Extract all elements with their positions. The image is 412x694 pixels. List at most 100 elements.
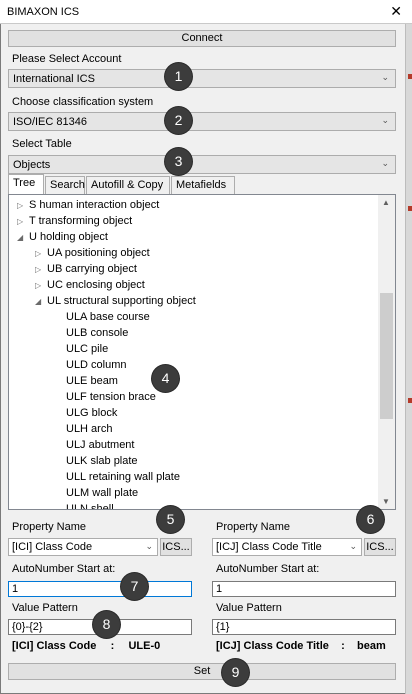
- tree-item[interactable]: ▷ UB carrying object: [35, 263, 137, 279]
- left-ics-button[interactable]: ICS...: [160, 538, 192, 556]
- table-value: Objects: [13, 159, 51, 171]
- tree-item[interactable]: ▷ UA positioning object: [35, 247, 150, 263]
- tab-search[interactable]: Search: [45, 176, 85, 194]
- tree-item-label: UB carrying object: [47, 263, 137, 275]
- classification-value: ISO/IEC 81346: [13, 116, 87, 128]
- tree-item-label: ULB console: [66, 327, 129, 339]
- callout-badge: 8: [93, 611, 120, 638]
- left-property-select[interactable]: [ICI] Class Code ⌄: [8, 538, 158, 556]
- tree-item[interactable]: ULF tension brace: [66, 391, 156, 407]
- tab-metafields[interactable]: Metafields: [171, 176, 235, 194]
- tree-item-label: S human interaction object: [29, 199, 160, 211]
- title-bar: BIMAXON ICS ✕: [0, 0, 412, 24]
- tree-item[interactable]: ULK slab plate: [66, 455, 138, 471]
- right-pattern-input[interactable]: [212, 619, 396, 635]
- connect-button[interactable]: Connect: [8, 30, 396, 47]
- tab-autofill-copy[interactable]: Autofill & Copy: [86, 176, 170, 194]
- right-ics-button[interactable]: ICS...: [364, 538, 396, 556]
- callout-badge: 9: [222, 659, 249, 686]
- tree-item[interactable]: ULB console: [66, 327, 128, 343]
- tab-tree[interactable]: Tree: [8, 174, 44, 194]
- left-pattern-label: Value Pattern: [12, 602, 78, 614]
- right-pattern-label: Value Pattern: [216, 602, 282, 614]
- left-autonumber-label: AutoNumber Start at:: [12, 563, 116, 575]
- callout-badge: 3: [165, 148, 192, 175]
- tree-item-label: ULG block: [66, 407, 118, 419]
- left-result-value: ULE-0: [128, 640, 161, 652]
- right-property-value: [ICJ] Class Code Title: [216, 541, 322, 553]
- table-select[interactable]: Objects ⌄: [8, 155, 396, 174]
- tree-item[interactable]: ▷ UC enclosing object: [35, 279, 145, 295]
- tree-item[interactable]: ◢ U holding object: [17, 231, 108, 247]
- expand-arrow-icon[interactable]: ▷: [35, 265, 47, 274]
- tree-item[interactable]: ULG block: [66, 407, 117, 423]
- tree-item[interactable]: ULC pile: [66, 343, 108, 359]
- callout-badge: 4: [152, 365, 179, 392]
- right-autonumber-label: AutoNumber Start at:: [216, 563, 320, 575]
- tree-item-label: UL structural supporting object: [47, 295, 196, 307]
- expand-arrow-icon[interactable]: ▷: [17, 201, 29, 210]
- tree-item[interactable]: ▷ S human interaction object: [17, 199, 159, 215]
- tree-item[interactable]: ULL retaining wall plate: [66, 471, 180, 487]
- expand-arrow-icon[interactable]: ▷: [17, 217, 29, 226]
- scrollbar-thumb[interactable]: [380, 293, 393, 419]
- collapse-arrow-icon[interactable]: ◢: [35, 297, 47, 306]
- left-result-name: [ICI] Class Code: [12, 640, 97, 652]
- tree-item-label: ULC pile: [66, 343, 109, 355]
- scroll-up-icon[interactable]: ▲: [382, 198, 390, 207]
- callout-badge: 7: [121, 573, 148, 600]
- tree-item[interactable]: ULE beam: [66, 375, 118, 391]
- close-icon[interactable]: ✕: [390, 3, 402, 20]
- scroll-down-icon[interactable]: ▼: [382, 497, 390, 506]
- tree-item[interactable]: ULA base course: [66, 311, 150, 327]
- chevron-down-icon: ⌄: [381, 115, 389, 125]
- left-result-separator: :: [110, 640, 115, 652]
- tree-item-label: ULL retaining wall plate: [66, 471, 180, 483]
- classification-tree[interactable]: ▷ S human interaction object ▷ T transformi…: [8, 194, 396, 510]
- left-autonumber-input[interactable]: [8, 581, 192, 597]
- account-label: Please Select Account: [12, 53, 122, 65]
- expand-arrow-icon[interactable]: ▷: [35, 249, 47, 258]
- right-property-select[interactable]: [ICJ] Class Code Title ⌄: [212, 538, 362, 556]
- tree-scrollbar[interactable]: ▲ ▼: [378, 195, 395, 509]
- chevron-down-icon: ⌄: [145, 541, 153, 551]
- classification-select[interactable]: ISO/IEC 81346 ⌄: [8, 112, 396, 131]
- classification-label: Choose classification system: [12, 96, 154, 108]
- right-autonumber-input[interactable]: [212, 581, 396, 597]
- collapse-arrow-icon[interactable]: ◢: [17, 233, 29, 242]
- background-marker: [408, 74, 412, 79]
- tree-item-label: U holding object: [29, 231, 108, 243]
- background-marker: [408, 398, 412, 403]
- tree-item-label: UC enclosing object: [47, 279, 145, 291]
- chevron-down-icon: ⌄: [381, 72, 389, 82]
- tree-item-label: ULD column: [66, 359, 127, 371]
- tree-item[interactable]: ULJ abutment: [66, 439, 134, 455]
- right-result: [ICJ] Class Code Title : beam: [216, 640, 386, 652]
- chevron-down-icon: ⌄: [381, 158, 389, 168]
- left-result: [ICI] Class Code : ULE-0: [12, 640, 160, 652]
- right-result-name: [ICJ] Class Code Title: [216, 640, 329, 652]
- tree-item[interactable]: ULN shell: [66, 503, 114, 509]
- callout-badge: 1: [165, 63, 192, 90]
- expand-arrow-icon[interactable]: ▷: [35, 281, 47, 290]
- tree-item-label: ULH arch: [66, 423, 113, 435]
- left-property-label: Property Name: [12, 521, 86, 533]
- tree-item[interactable]: ▷ T transforming object: [17, 215, 132, 231]
- tree-item-label: ULE beam: [66, 375, 118, 387]
- tree-item[interactable]: ULM wall plate: [66, 487, 138, 503]
- account-select[interactable]: International ICS ⌄: [8, 69, 396, 88]
- tree-item[interactable]: ◢ UL structural supporting object: [35, 295, 196, 311]
- tree-item-label: UA positioning object: [47, 247, 150, 259]
- right-result-separator: :: [341, 640, 345, 652]
- tree-item[interactable]: ULH arch: [66, 423, 112, 439]
- tree-item[interactable]: ULD column: [66, 359, 127, 375]
- set-button[interactable]: Set: [8, 663, 396, 680]
- tree-item-label: T transforming object: [29, 215, 133, 227]
- window-title: BIMAXON ICS: [7, 6, 80, 18]
- right-property-label: Property Name: [216, 521, 290, 533]
- tree-item-label: ULF tension brace: [66, 391, 156, 403]
- callout-badge: 5: [157, 506, 184, 533]
- callout-badge: 2: [165, 107, 192, 134]
- left-property-value: [ICI] Class Code: [12, 541, 93, 553]
- table-label: Select Table: [12, 138, 72, 150]
